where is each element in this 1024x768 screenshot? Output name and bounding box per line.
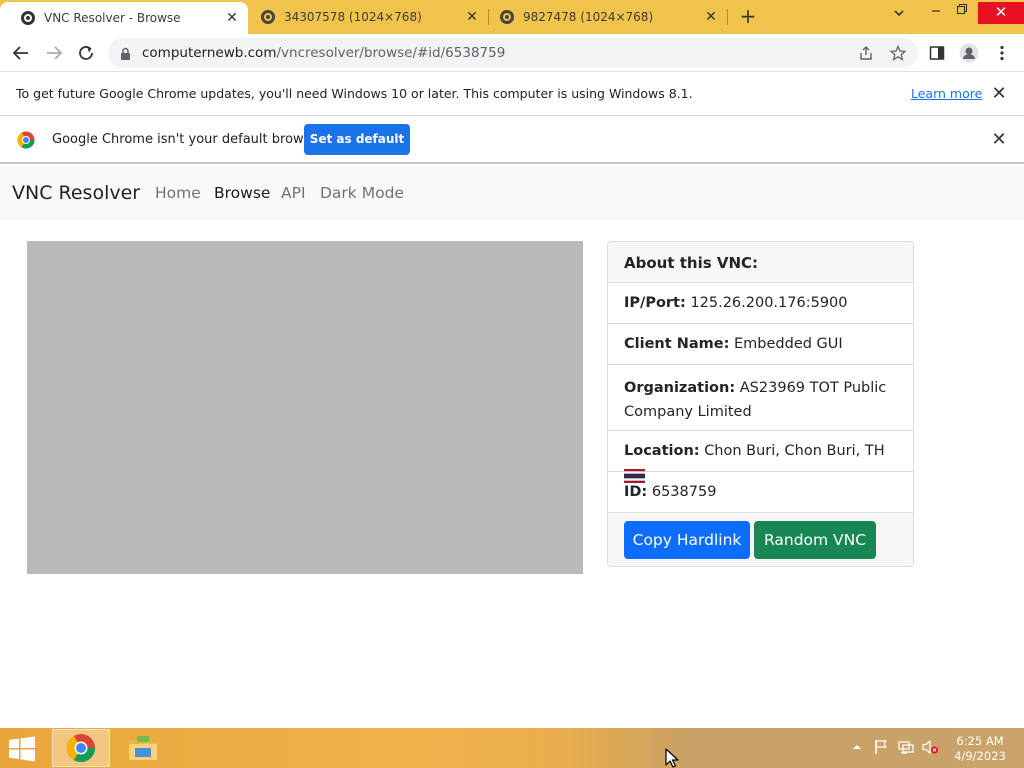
tab-label: 9827478 (1024×768) (523, 10, 654, 24)
menu-kebab-icon[interactable] (992, 43, 1012, 63)
back-arrow-icon[interactable] (10, 42, 32, 64)
client-name-label: Client Name: (624, 336, 730, 352)
bookmark-star-icon[interactable] (889, 44, 907, 61)
ip-port-value: 125.26.200.176:5900 (690, 295, 848, 311)
lock-icon[interactable] (120, 46, 131, 65)
tab-search-chevron-icon[interactable] (888, 7, 910, 27)
action-center-flag-icon[interactable] (872, 738, 890, 756)
mouse-cursor-icon (665, 748, 679, 768)
clock-date: 4/9/2023 (954, 749, 1006, 763)
url-path: /vncresolver/browse/#id/6538759 (276, 45, 506, 61)
vnc-favicon-icon (260, 9, 276, 25)
taskbar-clock[interactable]: 6:25 AM 4/9/2023 (950, 734, 1010, 764)
card-footer: Copy Hardlink Random VNC (608, 513, 913, 566)
share-icon[interactable] (858, 45, 874, 61)
copy-hardlink-button[interactable]: Copy Hardlink (624, 521, 750, 559)
forward-arrow-icon[interactable] (43, 42, 65, 64)
default-browser-message: Google Chrome isn't your default browser (52, 132, 324, 147)
default-browser-infobar: Google Chrome isn't your default browser… (0, 116, 1024, 164)
url-text: computernewb.com/vncresolver/browse/#id/… (142, 45, 505, 61)
thailand-flag-icon (624, 467, 645, 483)
taskbar-file-explorer-icon[interactable] (114, 729, 172, 767)
close-icon[interactable]: ✕ (991, 85, 1007, 103)
nav-dark-mode[interactable]: Dark Mode (320, 184, 404, 202)
location-row: Location: Chon Buri, Chon Buri, TH (608, 431, 913, 483)
vnc-screenshot (27, 241, 583, 574)
windows-start-icon[interactable] (8, 736, 38, 762)
site-navbar: VNC Resolver Home Browse API Dark Mode (0, 166, 1024, 220)
set-as-default-button[interactable]: Set as default (304, 124, 410, 155)
reload-icon[interactable] (75, 42, 97, 64)
tab-close-icon[interactable]: ✕ (464, 9, 480, 25)
volume-muted-icon[interactable] (921, 738, 939, 756)
tab-separator (727, 9, 728, 25)
vnc-favicon-icon (499, 9, 515, 25)
random-vnc-button[interactable]: Random VNC (754, 521, 876, 559)
tab-label: VNC Resolver - Browse (44, 11, 181, 25)
chrome-logo-icon (17, 131, 35, 149)
vnc-favicon-icon (20, 10, 36, 26)
id-label: ID: (624, 484, 648, 500)
close-icon[interactable]: ✕ (991, 131, 1007, 149)
client-name-row: Client Name: Embedded GUI (608, 324, 913, 365)
client-name-value: Embedded GUI (734, 336, 843, 352)
tab-close-icon[interactable]: ✕ (224, 10, 240, 26)
new-tab-plus-icon[interactable]: + (738, 6, 758, 26)
minimize-icon[interactable] (928, 2, 944, 22)
window-close-icon[interactable]: ✕ (978, 2, 1024, 24)
tab-34307578[interactable]: 34307578 (1024×768) ✕ (240, 0, 488, 34)
nav-browse[interactable]: Browse (214, 184, 270, 202)
nav-api[interactable]: API (281, 184, 306, 202)
tab-close-icon[interactable]: ✕ (703, 9, 719, 25)
vnc-info-card: About this VNC: IP/Port: 125.26.200.176:… (607, 241, 914, 567)
id-value: 6538759 (651, 484, 717, 500)
restore-icon[interactable] (954, 3, 970, 23)
show-hidden-icons-chevron-icon[interactable] (848, 738, 866, 756)
organization-row: Organization: AS23969 TOT Public Company… (608, 365, 913, 431)
url-host: computernewb.com (142, 45, 277, 61)
location-value: Chon Buri, Chon Buri, TH (704, 443, 885, 459)
learn-more-link[interactable]: Learn more (911, 86, 982, 101)
ip-port-label: IP/Port: (624, 295, 686, 311)
windows-taskbar: 6:25 AM 4/9/2023 (0, 728, 1024, 768)
site-brand[interactable]: VNC Resolver (12, 182, 140, 204)
browser-toolbar: computernewb.com/vncresolver/browse/#id/… (0, 34, 1024, 72)
tab-label: 34307578 (1024×768) (284, 10, 422, 24)
tab-vnc-resolver[interactable]: VNC Resolver - Browse ✕ (0, 2, 248, 34)
profile-avatar-icon[interactable] (959, 43, 979, 63)
id-row: ID: 6538759 (608, 472, 913, 513)
network-icon[interactable] (897, 738, 915, 756)
location-label: Location: (624, 443, 700, 459)
tab-9827478[interactable]: 9827478 (1024×768) ✕ (479, 0, 727, 34)
card-header: About this VNC: (608, 242, 913, 283)
taskbar-chrome-icon[interactable] (52, 729, 110, 767)
update-infobar: To get future Google Chrome updates, you… (0, 72, 1024, 116)
side-panel-icon[interactable] (927, 43, 947, 63)
clock-time: 6:25 AM (956, 734, 1004, 748)
nav-home[interactable]: Home (155, 184, 201, 202)
tab-strip: VNC Resolver - Browse ✕ 34307578 (1024×7… (0, 0, 1024, 34)
ip-port-row: IP/Port: 125.26.200.176:5900 (608, 283, 913, 324)
address-bar[interactable]: computernewb.com/vncresolver/browse/#id/… (108, 38, 918, 68)
organization-label: Organization: (624, 380, 736, 396)
update-message: To get future Google Chrome updates, you… (16, 86, 693, 101)
